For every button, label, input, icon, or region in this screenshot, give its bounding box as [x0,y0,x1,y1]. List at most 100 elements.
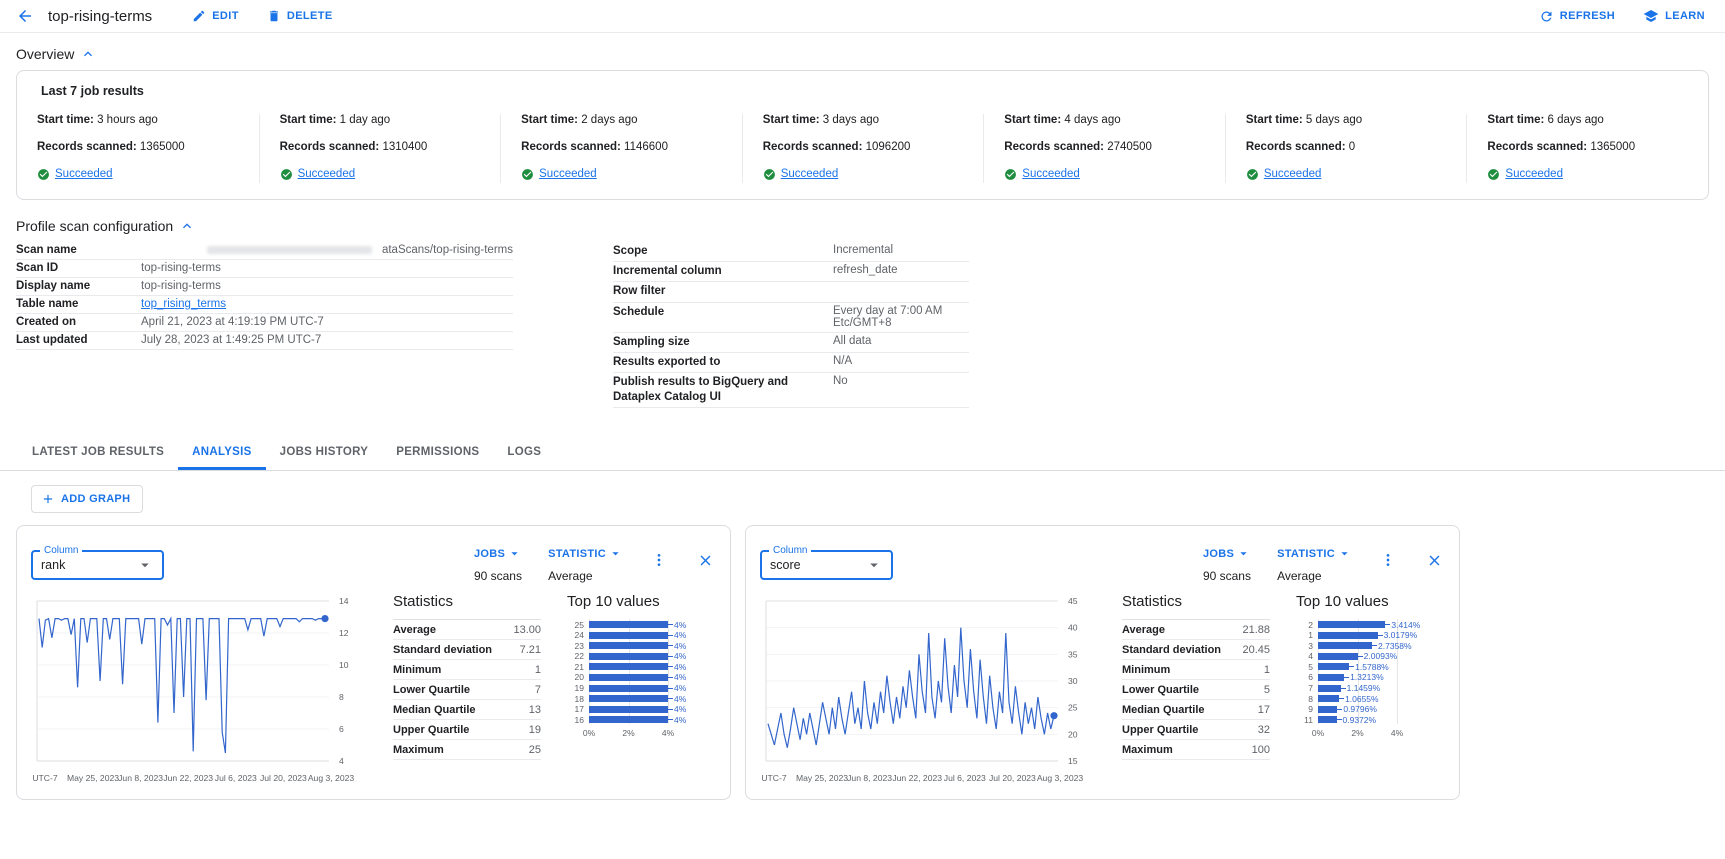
tab-permissions[interactable]: PERMISSIONS [382,438,493,470]
close-panel-button[interactable] [1424,550,1445,571]
bar-label-connector [668,666,673,667]
bar-value-label: 4% [674,651,686,661]
bar-label-connector [668,688,673,689]
config-table-right: ScopeIncrementalIncremental columnrefres… [613,242,969,409]
bar-label-connector [1358,656,1363,657]
column-select-value: score [770,558,865,572]
job-start-time: Start time: 5 days ago [1246,114,1449,128]
bar-label-connector [1339,698,1344,699]
config-row: Created onApril 21, 2023 at 4:19:19 PM U… [16,314,513,332]
bar-category-label: 21 [567,662,589,672]
config-heading[interactable]: Profile scan configuration [16,218,1709,234]
learn-button[interactable]: LEARN [1643,8,1705,24]
jobs-dropdown[interactable]: JOBS [474,546,522,561]
delete-button-label: DELETE [287,10,333,22]
config-row: ScheduleEvery day at 7:00 AM Etc/GMT+8 [613,303,969,333]
tab-logs[interactable]: LOGS [493,438,555,470]
top10-title: Top 10 values [567,593,716,610]
bar-track: 4% [589,662,668,672]
bar-value-label: 4% [674,683,686,693]
analysis-panel-score: Column score JOBS 90 scans STATISTIC [745,525,1460,800]
job-status-link[interactable]: Succeeded [539,168,597,180]
statistic-row: Standard deviation7.21 [393,640,541,660]
svg-text:Aug 3, 2023: Aug 3, 2023 [1037,773,1084,783]
delete-button[interactable]: DELETE [267,9,333,23]
svg-text:30: 30 [1068,676,1078,686]
bar-track: 2.7358% [1318,641,1397,651]
statistic-dropdown-label: STATISTIC [1277,548,1335,560]
tab-latest-job-results[interactable]: LATEST JOB RESULTS [18,438,178,470]
job-result-card: Start time: 3 days agoRecords scanned: 1… [742,114,984,183]
statistic-row: Median Quartile13 [393,700,541,720]
job-records-label: Records scanned: [763,141,866,153]
trash-icon [267,9,281,23]
config-row-value: Every day at 7:00 AM Etc/GMT+8 [833,305,969,329]
svg-text:Jun 8, 2023: Jun 8, 2023 [118,773,163,783]
bar-value-label: 0.9372% [1343,715,1377,725]
table-name-link[interactable]: top_rising_terms [141,298,226,310]
edit-button-label: EDIT [212,10,239,22]
bar-value-label: 1.1459% [1347,683,1381,693]
bar-label-connector [668,645,673,646]
job-records-label: Records scanned: [1246,141,1349,153]
job-status-link[interactable]: Succeeded [1505,168,1563,180]
bar-row: 51.5788% [1296,662,1445,673]
job-status-link[interactable]: Succeeded [1264,168,1322,180]
job-result-card: Start time: 5 days agoRecords scanned: 0… [1225,114,1467,183]
bar-row: 110.9372% [1296,715,1445,726]
statistic-label: Standard deviation [1122,644,1221,656]
statistic-dropdown[interactable]: STATISTIC [1277,546,1352,561]
jobs-dropdown[interactable]: JOBS [1203,546,1251,561]
bar-value-label: 4% [674,694,686,704]
more-options-button[interactable] [1378,550,1398,570]
refresh-button[interactable]: REFRESH [1539,9,1615,24]
caret-down-icon [507,546,522,561]
more-options-button[interactable] [649,550,669,570]
job-status: Succeeded [280,168,483,181]
statistic-row: Standard deviation20.45 [1122,640,1270,660]
statistic-row: Maximum25 [393,740,541,760]
column-select[interactable]: Column rank [31,550,164,580]
config-row-value: July 28, 2023 at 1:49:25 PM UTC-7 [141,334,513,346]
bar [1318,663,1349,670]
bar-track: 1.3213% [1318,672,1397,682]
add-graph-button[interactable]: ADD GRAPH [31,485,143,513]
bar-row: 13.0179% [1296,630,1445,641]
tab-jobs-history[interactable]: JOBS HISTORY [266,438,383,470]
bar-label-connector [668,624,673,625]
bar [589,685,668,692]
bar-value-label: 3.414% [1391,620,1420,630]
column-select[interactable]: Column score [760,550,893,580]
bar-value-label: 3.0179% [1384,630,1418,640]
job-records-scanned: Records scanned: 1096200 [763,141,966,155]
bar-label-connector [1378,635,1383,636]
check-circle-icon [37,168,50,181]
x-axis-tick: 2% [622,728,634,738]
edit-button[interactable]: EDIT [192,9,239,23]
bar-value-label: 4% [674,630,686,640]
svg-text:6: 6 [339,724,344,734]
close-panel-button[interactable] [695,550,716,571]
bar-track: 0.9796% [1318,704,1397,714]
job-status-link[interactable]: Succeeded [55,168,113,180]
svg-text:Jul 6, 2023: Jul 6, 2023 [944,773,986,783]
job-status-link[interactable]: Succeeded [1022,168,1080,180]
overview-heading[interactable]: Overview [16,46,1709,62]
svg-text:15: 15 [1068,756,1078,766]
job-start-time: Start time: 2 days ago [521,114,724,128]
tab-analysis[interactable]: ANALYSIS [178,438,266,470]
check-circle-icon [1246,168,1259,181]
bar-row: 194% [567,683,716,694]
chevron-up-icon [80,46,96,62]
score-top10-bar-chart: 23.414%13.0179%32.7358%42.0093%51.5788%6… [1296,619,1445,739]
job-status-link[interactable]: Succeeded [781,168,839,180]
job-status-link[interactable]: Succeeded [298,168,356,180]
back-button[interactable] [16,7,34,25]
job-start-time: Start time: 6 days ago [1487,114,1690,128]
config-row-label: Results exported to [613,355,833,369]
config-row: Incremental columnrefresh_date [613,262,969,282]
statistic-dropdown[interactable]: STATISTIC [548,546,623,561]
bar [1318,642,1372,649]
config-row-label: Row filter [613,284,833,298]
bar [589,695,668,702]
